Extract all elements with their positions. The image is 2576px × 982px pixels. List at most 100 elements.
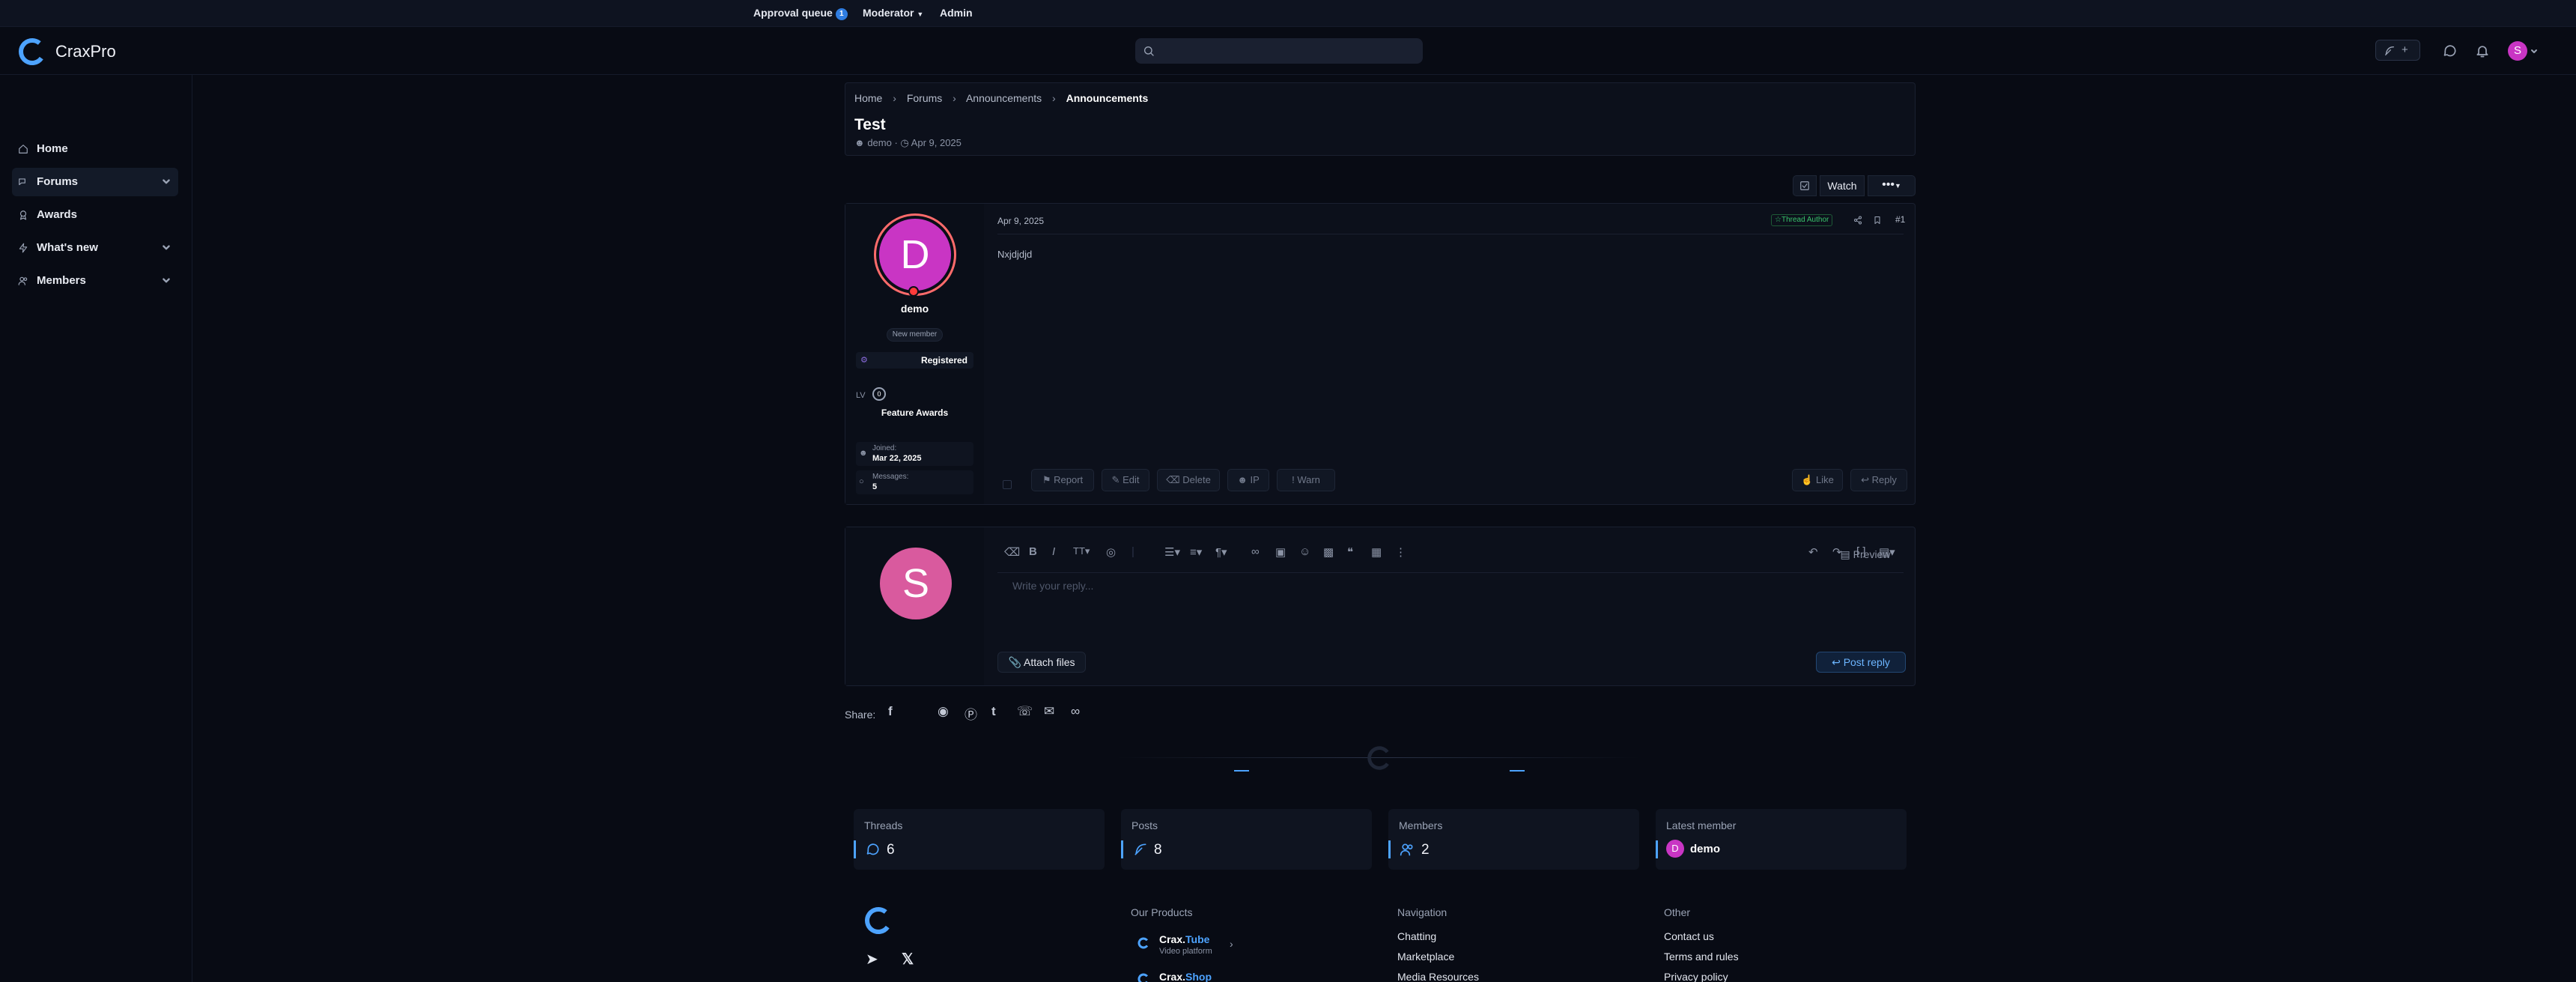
footer-link-marketplace[interactable]: Marketplace xyxy=(1397,951,1454,963)
edit-icon: ✎ xyxy=(1111,474,1120,485)
media-icon[interactable]: ▩ xyxy=(1323,545,1334,559)
reply-textarea[interactable]: Write your reply... xyxy=(1012,580,1093,592)
more-options-button[interactable]: •••▼ xyxy=(1868,175,1916,196)
level-label: LV xyxy=(856,391,866,400)
warn-button[interactable]: ! Warn xyxy=(1277,469,1335,491)
site-logo[interactable] xyxy=(16,36,48,67)
approval-queue-link[interactable]: Approval queue 1 xyxy=(753,7,848,20)
chevron-down-icon[interactable] xyxy=(2530,48,2538,55)
align-icon[interactable]: ≡▾ xyxy=(1190,545,1202,559)
latest-member-name[interactable]: demo xyxy=(1690,843,1720,855)
product-crax-tube[interactable]: Crax.Tube Video platform › xyxy=(1134,930,1239,960)
breadcrumb-announcements[interactable]: Announcements xyxy=(966,92,1042,104)
post-reply-button[interactable]: ↩ Post reply xyxy=(1816,652,1906,673)
post-avatar[interactable]: D xyxy=(874,213,956,296)
pinterest-icon[interactable]: Ⓟ xyxy=(965,704,977,723)
reply-avatar[interactable]: S xyxy=(880,548,952,619)
select-post-checkbox[interactable] xyxy=(1003,480,1012,489)
smiley-icon[interactable]: ☺ xyxy=(1299,545,1310,558)
report-button[interactable]: ⚑ Report xyxy=(1031,469,1094,491)
sidebar-item-home[interactable]: Home xyxy=(12,135,178,163)
product-crax-shop[interactable]: Crax.Shop xyxy=(1134,971,1239,982)
share-icon[interactable] xyxy=(1853,216,1862,225)
site-header: CraxPro + S xyxy=(0,27,2576,75)
admin-link[interactable]: Admin xyxy=(940,7,973,19)
palette-icon[interactable]: ◎ xyxy=(1106,545,1116,559)
messages-info: ○ Messages: 5 xyxy=(856,470,973,494)
new-post-button[interactable]: + xyxy=(2375,40,2420,61)
sidebar-item-forums[interactable]: Forums xyxy=(12,168,178,196)
thread-date[interactable]: Apr 9, 2025 xyxy=(911,137,962,148)
like-button[interactable]: ☝ Like xyxy=(1792,469,1843,491)
chevron-down-icon[interactable] xyxy=(162,178,171,187)
undo-icon[interactable]: ↶ xyxy=(1808,545,1818,559)
link-icon[interactable]: ∞ xyxy=(1071,704,1080,719)
user-avatar[interactable]: S xyxy=(2508,41,2527,61)
bookmark-icon[interactable] xyxy=(1873,216,1882,225)
facebook-icon[interactable]: f xyxy=(888,704,893,719)
admin-bar: Approval queue 1 Moderator ▼ Admin xyxy=(0,0,2576,27)
breadcrumb-forums[interactable]: Forums xyxy=(907,92,942,104)
quote-icon[interactable]: ❝ xyxy=(1347,545,1353,559)
telegram-icon[interactable]: ➤ xyxy=(866,950,878,969)
footer-link-contact[interactable]: Contact us xyxy=(1664,930,1714,942)
x-twitter-icon[interactable]: 𝕏 xyxy=(902,950,914,969)
attach-files-button[interactable]: 📎 Attach files xyxy=(997,652,1086,673)
chevron-down-icon[interactable] xyxy=(162,276,171,285)
email-icon[interactable]: ✉ xyxy=(1044,704,1054,719)
sidebar-item-members[interactable]: Members xyxy=(12,267,178,295)
edit-button[interactable]: ✎ Edit xyxy=(1102,469,1149,491)
breadcrumb-current[interactable]: Announcements xyxy=(1066,92,1149,104)
search-input[interactable] xyxy=(1135,38,1423,64)
user-icon: ☻ xyxy=(854,137,865,148)
post-reply-label: Post reply xyxy=(1843,656,1890,668)
status-dot-icon xyxy=(908,286,919,297)
post-username[interactable]: demo xyxy=(845,303,984,315)
sidebar-item-awards[interactable]: Awards xyxy=(12,201,178,229)
footer-link-terms[interactable]: Terms and rules xyxy=(1664,951,1739,963)
tumblr-icon[interactable]: t xyxy=(991,704,996,719)
chevron-right-icon: › xyxy=(1052,92,1056,104)
chat-bubbles-icon xyxy=(19,178,25,186)
link-icon[interactable]: ∞ xyxy=(1251,545,1260,558)
stat-latest-member: Latest member D demo xyxy=(1656,809,1907,870)
paragraph-icon[interactable]: ¶▾ xyxy=(1215,545,1227,559)
logo-text[interactable]: CraxPro xyxy=(55,42,116,61)
list-icon[interactable]: ☰▾ xyxy=(1164,545,1180,559)
eraser-icon[interactable]: ⌫ xyxy=(1004,545,1020,559)
more-icon[interactable]: ⋮ xyxy=(1395,545,1406,559)
reply-button[interactable]: ↩ Reply xyxy=(1850,469,1907,491)
select-checkbox-button[interactable] xyxy=(1793,175,1817,196)
product-brand: Crax. xyxy=(1159,933,1186,945)
footer-logo-icon[interactable] xyxy=(863,905,894,936)
moderator-menu[interactable]: Moderator ▼ xyxy=(863,7,923,19)
image-icon[interactable]: ▣ xyxy=(1275,545,1286,559)
post-date[interactable]: Apr 9, 2025 xyxy=(997,216,1044,226)
font-size-icon[interactable]: TT▾ xyxy=(1073,545,1090,557)
footer-link-chatting[interactable]: Chatting xyxy=(1397,930,1436,942)
bold-icon[interactable]: B xyxy=(1029,545,1037,558)
post-number[interactable]: #1 xyxy=(1895,214,1905,225)
breadcrumb-home[interactable]: Home xyxy=(854,92,882,104)
reddit-icon[interactable]: ◉ xyxy=(938,704,949,719)
delete-button[interactable]: ⌫ Delete xyxy=(1157,469,1220,491)
footer-link-privacy[interactable]: Privacy policy xyxy=(1664,971,1728,982)
bell-icon[interactable] xyxy=(2475,43,2490,58)
approval-queue-label: Approval queue xyxy=(753,7,833,19)
stat-label: Posts xyxy=(1131,819,1158,831)
italic-icon[interactable]: I xyxy=(1052,545,1055,558)
table-icon[interactable]: ▦ xyxy=(1371,545,1382,559)
ip-button[interactable]: ☻ IP xyxy=(1227,469,1269,491)
chevron-down-icon[interactable] xyxy=(162,243,171,252)
footer-link-media-resources[interactable]: Media Resources xyxy=(1397,971,1479,982)
share-buttons: f ◉ Ⓟ t ☏ ✉ ∞ xyxy=(888,704,1098,722)
chat-icon[interactable] xyxy=(2443,43,2458,58)
latest-member-avatar[interactable]: D xyxy=(1666,840,1684,858)
sidebar-item-whats-new[interactable]: What's new xyxy=(12,234,178,262)
preview-button[interactable]: ▤ Preview xyxy=(1831,544,1900,565)
users-icon xyxy=(1400,843,1413,856)
watch-button[interactable]: Watch xyxy=(1820,175,1865,196)
thread-author[interactable]: demo xyxy=(867,137,892,148)
crax-logo-icon xyxy=(1137,973,1149,982)
whatsapp-icon[interactable]: ☏ xyxy=(1017,704,1033,719)
